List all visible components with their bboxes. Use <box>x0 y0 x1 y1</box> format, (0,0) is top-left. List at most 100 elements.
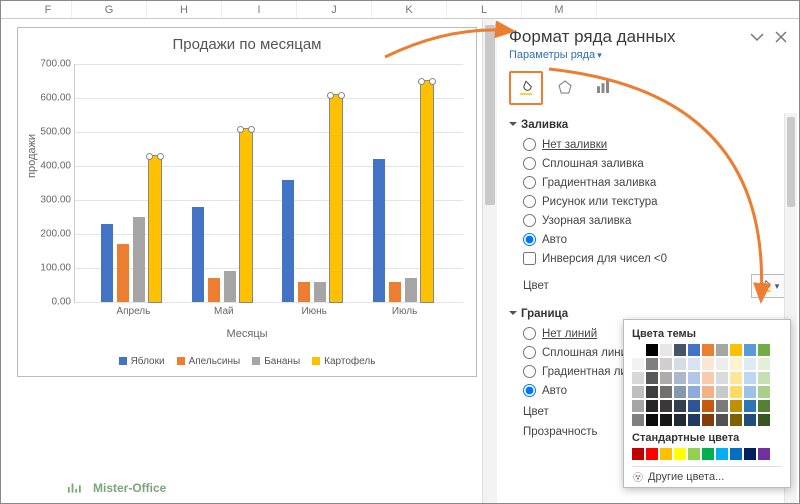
color-swatch[interactable] <box>730 448 742 460</box>
color-swatch[interactable] <box>660 448 672 460</box>
color-swatch[interactable] <box>632 386 644 398</box>
bar[interactable] <box>117 244 129 302</box>
color-swatch[interactable] <box>758 372 770 384</box>
color-swatch[interactable] <box>688 344 700 356</box>
chart-title[interactable]: Продажи по месяцам <box>18 36 476 53</box>
bar[interactable] <box>208 278 220 302</box>
bar[interactable] <box>373 159 385 302</box>
color-swatch[interactable] <box>674 400 686 412</box>
column-header[interactable]: J <box>297 1 372 18</box>
color-swatch[interactable] <box>632 414 644 426</box>
legend-item[interactable]: Апельсины <box>177 356 241 367</box>
theme-swatches[interactable] <box>632 344 782 426</box>
color-swatch[interactable] <box>730 358 742 370</box>
bar[interactable] <box>192 207 204 302</box>
color-swatch[interactable] <box>730 400 742 412</box>
color-swatch[interactable] <box>744 386 756 398</box>
color-swatch[interactable] <box>660 400 672 412</box>
color-swatch[interactable] <box>758 344 770 356</box>
color-swatch[interactable] <box>688 386 700 398</box>
color-swatch[interactable] <box>744 358 756 370</box>
fill-color-button[interactable]: ▾ <box>751 274 787 298</box>
bar[interactable] <box>421 81 433 302</box>
color-swatch[interactable] <box>688 358 700 370</box>
column-header[interactable]: M <box>522 1 597 18</box>
color-popup[interactable]: Цвета темы Стандартные цвета Другие цвет… <box>623 319 791 488</box>
color-swatch[interactable] <box>744 414 756 426</box>
bar[interactable] <box>282 180 294 302</box>
color-swatch[interactable] <box>730 344 742 356</box>
std-swatches[interactable] <box>632 448 782 460</box>
color-swatch[interactable] <box>646 414 658 426</box>
bar[interactable] <box>101 224 113 302</box>
color-swatch[interactable] <box>674 414 686 426</box>
opt-fill-none[interactable]: Нет заливки <box>509 135 787 154</box>
color-swatch[interactable] <box>702 386 714 398</box>
bar[interactable] <box>314 282 326 302</box>
color-swatch[interactable] <box>758 448 770 460</box>
color-swatch[interactable] <box>674 448 686 460</box>
bar[interactable] <box>149 156 161 302</box>
bar[interactable] <box>240 129 252 302</box>
bar[interactable] <box>133 217 145 302</box>
color-swatch[interactable] <box>660 372 672 384</box>
color-swatch[interactable] <box>660 358 672 370</box>
color-swatch[interactable] <box>730 414 742 426</box>
legend-item[interactable]: Картофель <box>312 356 375 367</box>
opt-invert-negative[interactable]: Инверсия для чисел <0 <box>509 249 787 268</box>
color-swatch[interactable] <box>702 372 714 384</box>
tab-effects[interactable] <box>549 71 581 103</box>
legend-item[interactable]: Яблоки <box>119 356 165 367</box>
color-swatch[interactable] <box>730 386 742 398</box>
color-swatch[interactable] <box>688 400 700 412</box>
color-swatch[interactable] <box>646 358 658 370</box>
color-swatch[interactable] <box>716 414 728 426</box>
bar[interactable] <box>405 278 417 302</box>
column-header[interactable]: I <box>222 1 297 18</box>
opt-fill-solid[interactable]: Сплошная заливка <box>509 154 787 173</box>
section-fill-header[interactable]: Заливка <box>509 119 787 131</box>
color-swatch[interactable] <box>632 344 644 356</box>
color-swatch[interactable] <box>674 386 686 398</box>
color-swatch[interactable] <box>758 414 770 426</box>
pane-close-button[interactable] <box>773 29 789 45</box>
bar[interactable] <box>224 271 236 302</box>
color-swatch[interactable] <box>646 386 658 398</box>
column-header[interactable]: G <box>72 1 147 18</box>
color-swatch[interactable] <box>758 358 770 370</box>
color-swatch[interactable] <box>702 400 714 412</box>
opt-fill-gradient[interactable]: Градиентная заливка <box>509 173 787 192</box>
color-swatch[interactable] <box>702 414 714 426</box>
color-swatch[interactable] <box>646 448 658 460</box>
color-swatch[interactable] <box>674 358 686 370</box>
color-swatch[interactable] <box>716 372 728 384</box>
tab-series-options[interactable] <box>587 71 619 103</box>
color-swatch[interactable] <box>688 372 700 384</box>
color-swatch[interactable] <box>674 344 686 356</box>
tab-fill-line[interactable] <box>509 71 543 105</box>
pane-subtitle[interactable]: Параметры ряда▾ <box>497 49 799 67</box>
opt-fill-auto[interactable]: Авто <box>509 230 787 249</box>
legend[interactable]: ЯблокиАпельсиныБананыКартофель <box>18 356 476 369</box>
bar[interactable] <box>330 95 342 302</box>
color-swatch[interactable] <box>716 358 728 370</box>
color-swatch[interactable] <box>646 344 658 356</box>
color-swatch[interactable] <box>660 414 672 426</box>
color-swatch[interactable] <box>758 400 770 412</box>
color-swatch[interactable] <box>674 372 686 384</box>
bar[interactable] <box>298 282 310 302</box>
chart-object[interactable]: Продажи по месяцам продажи 0.00100.00200… <box>17 27 477 377</box>
sheet-scrollbar[interactable] <box>482 19 497 503</box>
color-swatch[interactable] <box>702 358 714 370</box>
color-swatch[interactable] <box>744 372 756 384</box>
color-swatch[interactable] <box>716 386 728 398</box>
bar[interactable] <box>389 282 401 302</box>
color-swatch[interactable] <box>688 448 700 460</box>
column-header[interactable]: K <box>372 1 447 18</box>
x-axis-title[interactable]: Месяцы <box>226 328 267 340</box>
color-swatch[interactable] <box>702 448 714 460</box>
color-swatch[interactable] <box>688 414 700 426</box>
color-swatch[interactable] <box>632 448 644 460</box>
color-swatch[interactable] <box>702 344 714 356</box>
opt-fill-pattern[interactable]: Узорная заливка <box>509 211 787 230</box>
